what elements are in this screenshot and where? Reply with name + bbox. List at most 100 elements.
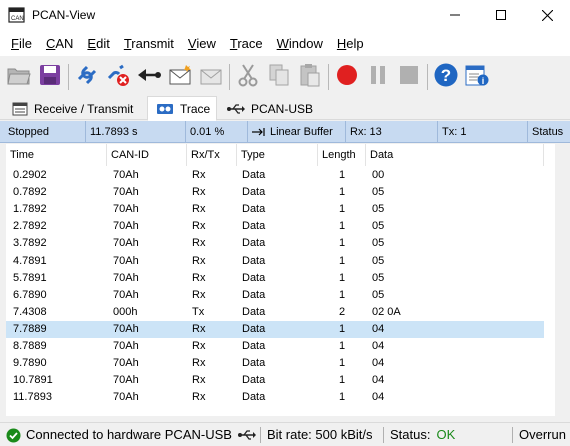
disconnect-button[interactable]: [104, 62, 132, 90]
menu-help-mnemonic: H: [336, 36, 347, 51]
usb-status-icon: [237, 429, 256, 441]
vertical-scrollbar[interactable]: [555, 144, 570, 416]
cell-type: Data: [242, 374, 266, 387]
menu-window[interactable]: Window: [270, 32, 330, 56]
tab-strip: Receive / Transmit Trace PCAN-USB: [0, 96, 570, 121]
window-title: PCAN-View: [32, 8, 96, 22]
trace-grid: Time CAN-ID Rx/Tx Type Length Data 0.290…: [6, 144, 555, 416]
menu-view[interactable]: View: [181, 32, 223, 56]
cell-length: 1: [339, 169, 346, 181]
menu-can[interactable]: CAN: [39, 32, 80, 56]
edit-message-icon: [199, 64, 223, 89]
cell-type: Data: [242, 186, 266, 199]
table-row[interactable]: 0.2902 70Ah Rx Data 1 00: [6, 167, 544, 184]
new-message-button[interactable]: [166, 62, 194, 90]
cell-time: 7.4308: [13, 305, 47, 318]
close-button[interactable]: [524, 0, 570, 30]
menu-edit[interactable]: Edit: [80, 32, 116, 56]
save-icon: [39, 64, 61, 89]
table-row[interactable]: 10.7891 70Ah Rx Data 1 04: [6, 372, 544, 389]
cell-can-id: 70Ah: [113, 254, 139, 267]
menu-trace[interactable]: Trace: [223, 32, 270, 56]
menu-can-label: AN: [55, 36, 74, 51]
table-row[interactable]: 7.4308 000h Tx Data 2 02 0A: [6, 304, 544, 321]
cell-length: 1: [339, 374, 346, 387]
cell-length: 2: [339, 305, 346, 318]
cell-rx-tx: Rx: [192, 186, 206, 199]
open-button[interactable]: [5, 62, 33, 90]
usb-icon: [227, 103, 245, 115]
table-row[interactable]: 9.7890 70Ah Rx Data 1 04: [6, 355, 544, 372]
table-row[interactable]: 4.7891 70Ah Rx Data 1 05: [6, 253, 544, 270]
table-row[interactable]: 8.7889 70Ah Rx Data 1 04: [6, 338, 544, 355]
cell-type: Data: [242, 220, 266, 233]
menu-transmit[interactable]: Transmit: [117, 32, 181, 56]
stop-button[interactable]: [395, 62, 423, 90]
column-header-time[interactable]: Time: [6, 144, 107, 166]
table-row[interactable]: 3.7892 70Ah Rx Data 1 05: [6, 235, 544, 252]
menu-can-mnemonic: C: [45, 36, 56, 51]
rx-count: Rx: 13: [346, 121, 438, 143]
table-row[interactable]: 0.7892 70Ah Rx Data 1 05: [6, 184, 544, 201]
tab-receive-transmit-label: Receive / Transmit: [34, 102, 134, 116]
bus-status: Status: OK: [390, 427, 455, 443]
cell-type: Data: [242, 357, 266, 370]
record-button[interactable]: [333, 62, 361, 90]
trace-state: Stopped: [4, 121, 86, 143]
pause-button[interactable]: [364, 62, 392, 90]
stop-icon: [399, 65, 419, 88]
copy-button[interactable]: [265, 62, 293, 90]
tx-count: Tx: 1: [438, 121, 528, 143]
cut-button[interactable]: [234, 62, 262, 90]
tab-pcan-usb[interactable]: PCAN-USB: [219, 98, 319, 120]
cell-type: Data: [242, 169, 266, 181]
about-icon: i: [465, 63, 489, 90]
table-row[interactable]: 2.7892 70Ah Rx Data 1 05: [6, 218, 544, 235]
column-header-type[interactable]: Type: [237, 144, 318, 166]
menu-help[interactable]: Help: [330, 32, 371, 56]
edit-message-button[interactable]: [197, 62, 225, 90]
table-row[interactable]: 11.7893 70Ah Rx Data 1 04: [6, 389, 544, 406]
cell-length: 1: [339, 186, 346, 199]
cell-time: 7.7889: [13, 322, 47, 335]
table-row[interactable]: 5.7891 70Ah Rx Data 1 05: [6, 270, 544, 287]
cell-length: 1: [339, 220, 346, 233]
cell-data: 02 0A: [372, 305, 401, 318]
cell-rx-tx: Tx: [192, 305, 205, 318]
help-button[interactable]: ?: [432, 62, 460, 90]
cell-can-id: 000h: [113, 305, 138, 318]
maximize-button[interactable]: [478, 0, 524, 30]
pause-icon: [368, 65, 388, 88]
column-header-rx-tx[interactable]: Rx/Tx: [187, 144, 237, 166]
bus-status-label: Status:: [390, 427, 431, 442]
cell-type: Data: [242, 288, 266, 301]
paste-button[interactable]: [296, 62, 324, 90]
toolbar: ? i: [0, 56, 570, 96]
cell-rx-tx: Rx: [192, 391, 206, 404]
cell-time: 0.2902: [13, 169, 47, 181]
cell-data: 05: [372, 271, 385, 284]
table-row[interactable]: 7.7889 70Ah Rx Data 1 04: [6, 320, 544, 338]
connect-icon: [75, 63, 99, 90]
table-row[interactable]: 1.7892 70Ah Rx Data 1 05: [6, 201, 544, 218]
column-header-can-id[interactable]: CAN-ID: [107, 144, 187, 166]
bit-rate: Bit rate: 500 kBit/s: [267, 427, 373, 442]
cell-can-id: 70Ah: [113, 357, 139, 370]
table-row[interactable]: 6.7890 70Ah Rx Data 1 05: [6, 287, 544, 304]
minimize-button[interactable]: [432, 0, 478, 30]
save-button[interactable]: [36, 62, 64, 90]
column-header-length[interactable]: Length: [318, 144, 366, 166]
cell-can-id: 70Ah: [113, 322, 139, 335]
reset-button[interactable]: [135, 62, 163, 90]
buffer-mode-button[interactable]: Linear Buffer: [248, 121, 346, 143]
tab-receive-transmit[interactable]: Receive / Transmit: [4, 98, 144, 120]
tab-trace[interactable]: Trace: [147, 96, 217, 121]
help-icon: ?: [434, 63, 458, 90]
cell-can-id: 70Ah: [113, 288, 139, 301]
about-button[interactable]: i: [463, 62, 491, 90]
cell-time: 6.7890: [13, 288, 47, 301]
column-header-data[interactable]: Data: [366, 144, 544, 166]
connection-status: Connected to hardware PCAN-USB: [6, 427, 256, 443]
menu-file[interactable]: File: [4, 32, 39, 56]
connect-button[interactable]: [73, 62, 101, 90]
